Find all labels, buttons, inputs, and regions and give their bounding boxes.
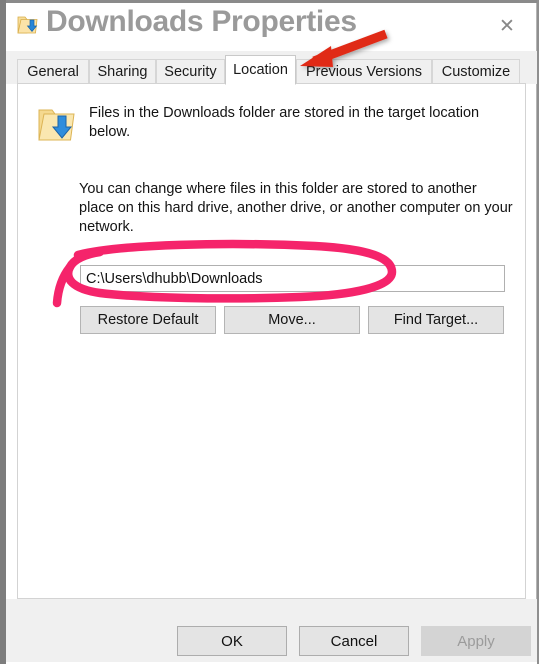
button-label: Restore Default — [97, 312, 199, 328]
dialog-footer: OK Cancel Apply — [6, 599, 537, 662]
restore-default-button[interactable]: Restore Default — [80, 306, 216, 334]
tab-security[interactable]: Security — [156, 59, 225, 84]
downloads-folder-icon — [17, 15, 39, 35]
page-title: Downloads Properties — [46, 5, 357, 38]
tab-customize[interactable]: Customize — [432, 59, 520, 84]
find-target-button[interactable]: Find Target... — [368, 306, 504, 334]
tab-sharing[interactable]: Sharing — [89, 59, 156, 84]
change-location-description-text: You can change where files in this folde… — [79, 181, 513, 235]
tab-label: Previous Versions — [305, 64, 423, 80]
tab-previous-versions[interactable]: Previous Versions — [296, 59, 432, 84]
button-label: Move... — [268, 312, 316, 328]
button-label: Cancel — [330, 632, 378, 650]
cancel-button[interactable]: Cancel — [299, 626, 409, 656]
tab-location[interactable]: Location — [225, 55, 296, 85]
close-button[interactable]: ✕ — [486, 11, 528, 41]
button-label: OK — [221, 632, 243, 650]
apply-button: Apply — [421, 626, 531, 656]
downloads-folder-icon — [37, 106, 77, 144]
tab-general[interactable]: General — [17, 59, 89, 84]
folder-description-text: Files in the Downloads folder are stored… — [89, 105, 480, 140]
folder-location-input[interactable] — [80, 265, 505, 292]
tab-label: Sharing — [97, 64, 148, 80]
tab-label: Security — [164, 64, 217, 80]
tab-label: Customize — [441, 64, 511, 80]
button-label: Find Target... — [393, 312, 479, 328]
tab-strip: General Sharing Security Location Previo… — [6, 51, 537, 85]
tab-label: Location — [233, 62, 288, 78]
move-button[interactable]: Move... — [224, 306, 360, 334]
location-tab-panel: Files in the Downloads folder are stored… — [17, 83, 526, 599]
downloads-properties-dialog: Downloads Properties ✕ General Sharing S… — [6, 3, 537, 662]
tab-label: General — [27, 64, 79, 80]
title-bar: Downloads Properties ✕ — [6, 3, 536, 51]
ok-button[interactable]: OK — [177, 626, 287, 656]
button-label: Apply — [457, 632, 495, 650]
close-icon: ✕ — [499, 15, 515, 37]
